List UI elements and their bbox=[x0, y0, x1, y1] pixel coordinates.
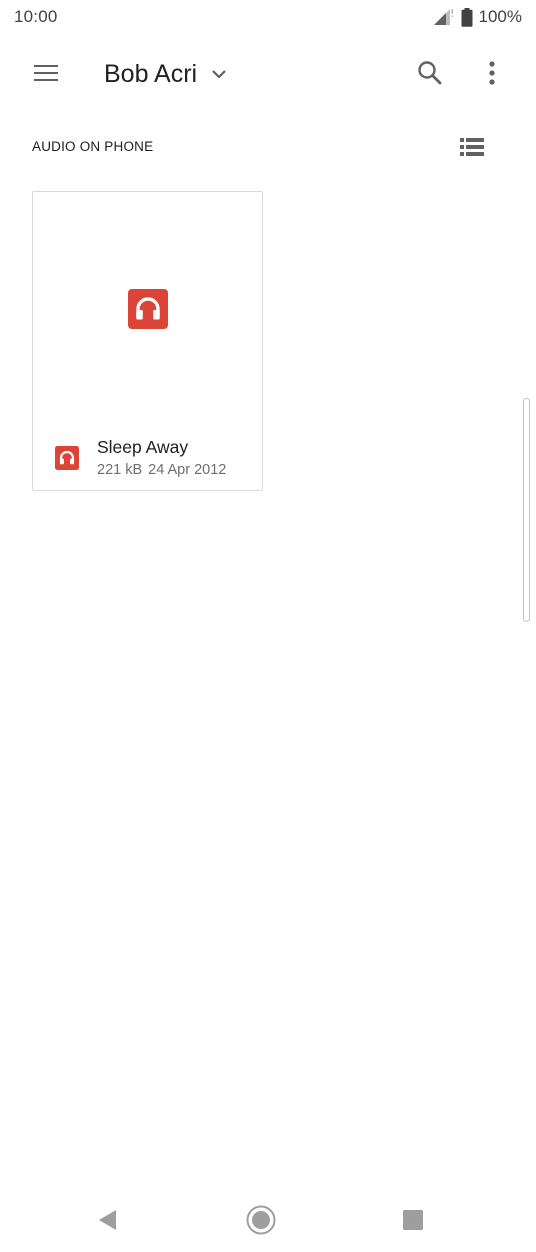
nav-bar bbox=[0, 1190, 536, 1252]
file-card[interactable]: Sleep Away 221 kB 24 Apr 2012 bbox=[32, 191, 263, 491]
screen: 10:00 100% Bob Acri AUDIO ON PHONE Sleep… bbox=[0, 0, 536, 1252]
headphones-icon bbox=[55, 446, 79, 470]
nav-home-button[interactable] bbox=[237, 1196, 285, 1244]
back-icon bbox=[99, 1210, 116, 1230]
status-bar: 10:00 100% bbox=[0, 0, 536, 34]
battery-icon bbox=[461, 7, 473, 27]
more-vert-icon bbox=[489, 61, 495, 85]
home-icon bbox=[246, 1205, 276, 1235]
status-icons: 100% bbox=[433, 6, 522, 28]
app-bar: Bob Acri bbox=[0, 40, 536, 106]
page-title: Bob Acri bbox=[104, 59, 198, 88]
nav-recents-button[interactable] bbox=[389, 1196, 437, 1244]
nav-back-button[interactable] bbox=[84, 1196, 132, 1244]
battery-percentage: 100% bbox=[478, 7, 522, 26]
root-selector[interactable]: Bob Acri bbox=[104, 54, 227, 94]
search-icon bbox=[418, 61, 442, 85]
file-name: Sleep Away bbox=[97, 437, 189, 457]
scrollbar[interactable] bbox=[523, 398, 530, 622]
menu-button[interactable] bbox=[22, 49, 70, 97]
view-toggle-button[interactable] bbox=[448, 123, 496, 171]
file-date: 24 Apr 2012 bbox=[148, 462, 227, 478]
more-options-button[interactable] bbox=[468, 49, 516, 97]
section-header: AUDIO ON PHONE bbox=[32, 139, 154, 154]
search-button[interactable] bbox=[406, 49, 454, 97]
recents-icon bbox=[403, 1210, 423, 1230]
list-view-icon bbox=[460, 138, 484, 156]
file-size: 221 kB bbox=[97, 462, 143, 478]
signal-icon bbox=[433, 9, 453, 25]
chevron-down-icon bbox=[212, 70, 226, 79]
menu-icon bbox=[34, 65, 58, 81]
headphones-icon bbox=[128, 289, 168, 329]
status-time: 10:00 bbox=[14, 7, 58, 26]
file-meta: 221 kB 24 Apr 2012 bbox=[97, 462, 226, 478]
